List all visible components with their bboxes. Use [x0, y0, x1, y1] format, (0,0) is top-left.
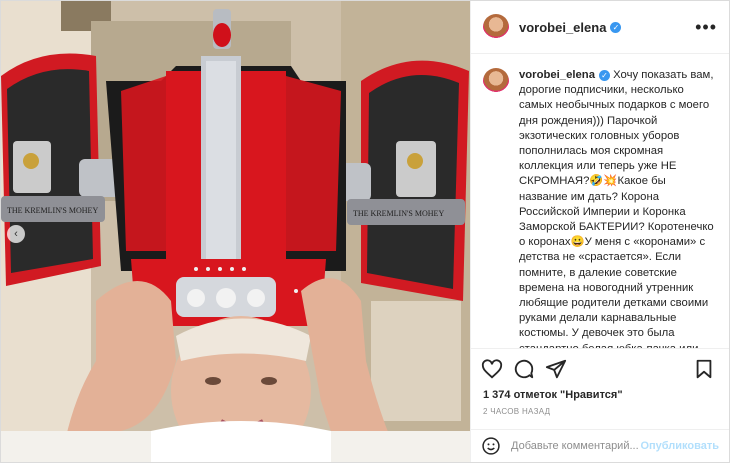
comment-box: Опубликовать — [471, 429, 729, 462]
comment-input[interactable] — [509, 439, 641, 453]
more-options-icon[interactable]: ••• — [695, 17, 717, 38]
publish-button[interactable]: Опубликовать — [640, 440, 719, 452]
post-photo[interactable]: THE KREMLIN'S MOHEY THE KREMLIN'S MOHEY — [1, 1, 470, 462]
caption-avatar[interactable] — [483, 68, 509, 94]
caption-verified-badge-icon: ✓ — [598, 69, 610, 81]
action-bar — [471, 348, 729, 389]
left-box-engraving: THE KREMLIN'S MOHEY — [7, 206, 98, 215]
comment-icon[interactable] — [513, 358, 535, 380]
post-timestamp[interactable]: 2 ЧАСОВ НАЗАД — [471, 405, 729, 429]
likes-count[interactable]: 1 374 отметок "Нравится" — [471, 389, 729, 405]
verified-badge-icon: ✓ — [610, 21, 622, 33]
caption-text: Хочу показать вам, дорогие подписчики, н… — [519, 69, 714, 348]
share-icon[interactable] — [545, 358, 567, 380]
emoji-icon[interactable] — [481, 436, 501, 456]
like-icon[interactable] — [481, 358, 503, 380]
username-link[interactable]: vorobei_elena — [519, 20, 606, 35]
post-header: vorobei_elena ✓ ••• — [471, 1, 729, 54]
carousel-prev-button[interactable]: ‹ — [7, 225, 25, 243]
caption-username[interactable]: vorobei_elena — [519, 69, 595, 81]
right-box-engraving: THE KREMLIN'S MOHEY — [353, 209, 444, 218]
save-icon[interactable] — [693, 358, 715, 380]
post-sidebar: vorobei_elena ✓ ••• vorobei_elena ✓ Хочу … — [470, 1, 729, 462]
photo-illustration: THE KREMLIN'S MOHEY THE KREMLIN'S MOHEY — [1, 1, 470, 462]
caption: vorobei_elena ✓ Хочу показать вам, дороги… — [519, 68, 717, 348]
instagram-post: THE KREMLIN'S MOHEY THE KREMLIN'S MOHEY — [0, 0, 730, 463]
avatar[interactable] — [483, 14, 509, 40]
caption-area: vorobei_elena ✓ Хочу показать вам, дороги… — [471, 54, 729, 348]
